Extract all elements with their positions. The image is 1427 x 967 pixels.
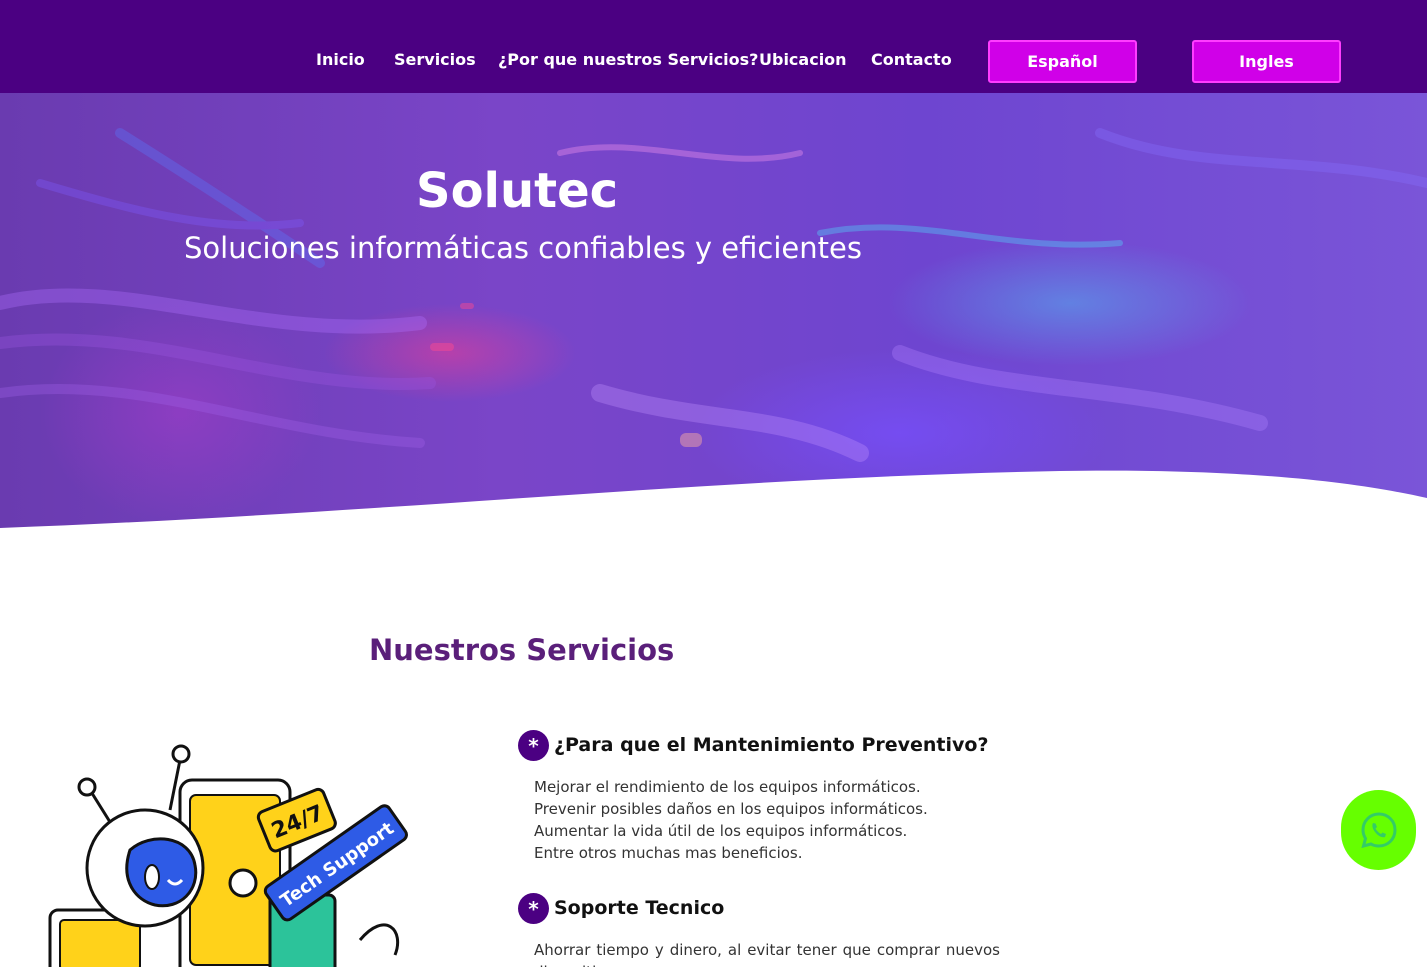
service-list-mantenimiento: Mejorar el rendimiento de los equipos in…: [534, 776, 928, 864]
main-nav: Inicio Servicios ¿Por que nuestros Servi…: [0, 0, 1427, 93]
whatsapp-button[interactable]: [1341, 790, 1416, 870]
services-section-title: Nuestros Servicios: [369, 633, 675, 667]
service-text-soporte: Ahorrar tiempo y dinero, al evitar tener…: [534, 941, 1000, 967]
list-item: Aumentar la vida útil de los equipos inf…: [534, 822, 908, 840]
service-title-mantenimiento: ¿Para que el Mantenimiento Preventivo?: [554, 734, 989, 756]
nav-contacto[interactable]: Contacto: [871, 50, 952, 69]
service-bullet: *: [518, 893, 549, 924]
nav-servicios[interactable]: Servicios: [394, 50, 476, 69]
service-bullet: *: [518, 730, 549, 761]
nav-inicio[interactable]: Inicio: [316, 50, 365, 69]
whatsapp-icon: [1360, 812, 1397, 849]
service-title-soporte: Soporte Tecnico: [554, 897, 725, 919]
lang-espanol-button[interactable]: Español: [988, 40, 1137, 83]
nav-ubicacion[interactable]: Ubicacion: [759, 50, 847, 69]
list-item: Prevenir posibles daños en los equipos i…: [534, 800, 928, 818]
nav-por-que[interactable]: ¿Por que nuestros Servicios?: [498, 50, 758, 69]
list-item: Entre otros muchas mas beneficios.: [534, 844, 803, 862]
hero-subtitle: Soluciones informáticas confiables y efi…: [184, 231, 862, 265]
lang-ingles-button[interactable]: Ingles: [1192, 40, 1341, 83]
hero-wave-divider: [0, 470, 1427, 533]
hero-title: Solutec: [416, 163, 619, 219]
tech-support-robot-illustration: 24/7 Tech Support: [48, 744, 408, 967]
list-item: Mejorar el rendimiento de los equipos in…: [534, 778, 921, 796]
hero-banner: Solutec Soluciones informáticas confiabl…: [0, 93, 1427, 533]
top-navbar: Inicio Servicios ¿Por que nuestros Servi…: [0, 0, 1427, 93]
